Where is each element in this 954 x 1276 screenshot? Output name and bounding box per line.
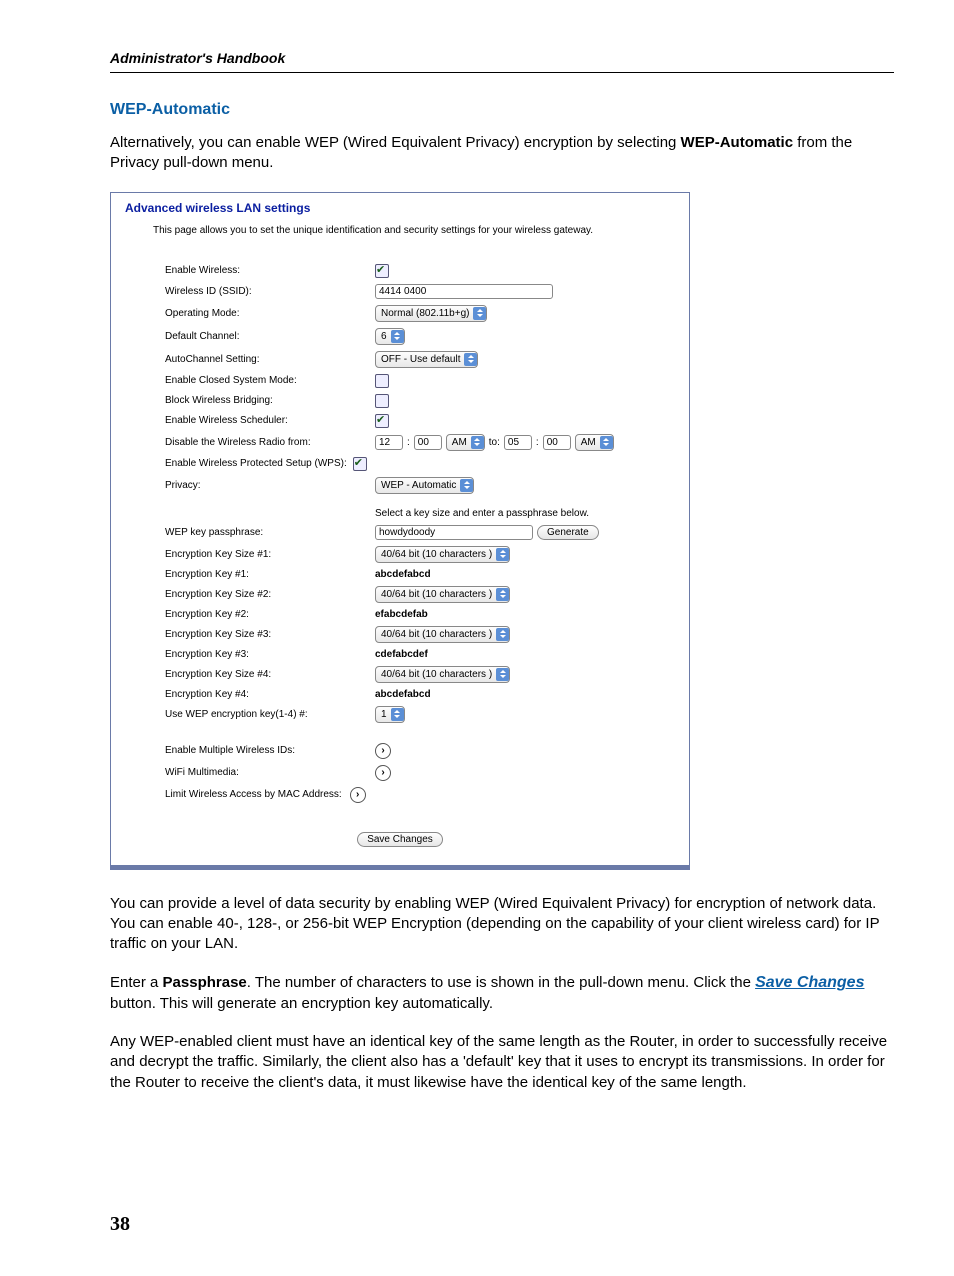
select-size3-value: 40/64 bit (10 characters ) xyxy=(381,629,492,640)
header-rule xyxy=(110,72,894,73)
label-op-mode: Operating Mode: xyxy=(165,308,375,319)
label-key2: Encryption Key #2: xyxy=(165,609,375,620)
generate-button[interactable]: Generate xyxy=(537,525,599,540)
select-autochan-value: OFF - Use default xyxy=(381,354,460,365)
expand-mac-button[interactable] xyxy=(350,787,366,803)
label-wmm: WiFi Multimedia: xyxy=(165,767,375,778)
label-key1: Encryption Key #1: xyxy=(165,569,375,580)
select-privacy-value: WEP - Automatic xyxy=(381,480,456,491)
select-def-channel[interactable]: 6 xyxy=(375,328,405,345)
label-mac: Limit Wireless Access by MAC Address: xyxy=(165,789,342,800)
chevron-updown-icon xyxy=(471,436,484,449)
label-ssid: Wireless ID (SSID): xyxy=(165,286,375,297)
input-to-min[interactable] xyxy=(543,435,571,450)
select-size2[interactable]: 40/64 bit (10 characters ) xyxy=(375,586,510,603)
panel-title: Advanced wireless LAN settings xyxy=(125,201,675,215)
para2-e: button. This will generate an encryption… xyxy=(110,995,493,1012)
select-to-ampm-value: AM xyxy=(581,437,596,448)
select-def-channel-value: 6 xyxy=(381,331,387,342)
chevron-updown-icon xyxy=(473,307,486,320)
para2-b: Passphrase xyxy=(163,974,247,991)
chevron-updown-icon xyxy=(496,548,509,561)
select-autochan[interactable]: OFF - Use default xyxy=(375,351,478,368)
expand-multi-button[interactable] xyxy=(375,743,391,759)
value-key1: abcdefabcd xyxy=(375,569,431,580)
input-passphrase[interactable] xyxy=(375,525,533,540)
intro-text-a: Alternatively, you can enable WEP (Wired… xyxy=(110,134,681,151)
select-size1-value: 40/64 bit (10 characters ) xyxy=(381,549,492,560)
save-changes-link[interactable]: Save Changes xyxy=(755,974,864,991)
label-def-channel: Default Channel: xyxy=(165,331,375,342)
label-multi: Enable Multiple Wireless IDs: xyxy=(165,745,375,756)
input-from-hour[interactable] xyxy=(375,435,403,450)
panel-desc: This page allows you to set the unique i… xyxy=(153,225,675,236)
select-usekey-value: 1 xyxy=(381,709,387,720)
label-size3: Encryption Key Size #3: xyxy=(165,629,375,640)
checkbox-closed[interactable] xyxy=(375,374,389,388)
label-wps: Enable Wireless Protected Setup (WPS): xyxy=(165,458,347,469)
select-op-mode[interactable]: Normal (802.11b+g) xyxy=(375,305,487,322)
note-keysize: Select a key size and enter a passphrase… xyxy=(375,508,589,519)
checkbox-wps[interactable] xyxy=(353,457,367,471)
label-size4: Encryption Key Size #4: xyxy=(165,669,375,680)
input-to-hour[interactable] xyxy=(504,435,532,450)
section-title: WEP-Automatic xyxy=(110,101,894,119)
checkbox-bridge[interactable] xyxy=(375,394,389,408)
save-changes-button[interactable]: Save Changes xyxy=(357,832,443,847)
chevron-updown-icon xyxy=(460,479,473,492)
label-disable-from: Disable the Wireless Radio from: xyxy=(165,437,375,448)
label-key4: Encryption Key #4: xyxy=(165,689,375,700)
intro-bold: WEP-Automatic xyxy=(681,134,794,151)
chevron-updown-icon xyxy=(600,436,613,449)
para2-a: Enter a xyxy=(110,974,163,991)
select-size2-value: 40/64 bit (10 characters ) xyxy=(381,589,492,600)
select-size1[interactable]: 40/64 bit (10 characters ) xyxy=(375,546,510,563)
label-autochan: AutoChannel Setting: xyxy=(165,354,375,365)
intro-paragraph: Alternatively, you can enable WEP (Wired… xyxy=(110,133,894,174)
select-from-ampm-value: AM xyxy=(452,437,467,448)
label-to: to: xyxy=(489,437,500,448)
label-passphrase: WEP key passphrase: xyxy=(165,527,375,538)
select-privacy[interactable]: WEP - Automatic xyxy=(375,477,474,494)
label-enable-wireless: Enable Wireless: xyxy=(165,265,375,276)
chevron-updown-icon xyxy=(496,628,509,641)
input-ssid[interactable] xyxy=(375,284,553,299)
para3: Any WEP-enabled client must have an iden… xyxy=(110,1032,894,1093)
chevron-updown-icon xyxy=(391,708,404,721)
expand-wmm-button[interactable] xyxy=(375,765,391,781)
label-size2: Encryption Key Size #2: xyxy=(165,589,375,600)
chevron-updown-icon xyxy=(464,353,477,366)
select-size4-value: 40/64 bit (10 characters ) xyxy=(381,669,492,680)
value-key3: cdefabcdef xyxy=(375,649,428,660)
select-op-mode-value: Normal (802.11b+g) xyxy=(381,308,469,319)
select-to-ampm[interactable]: AM xyxy=(575,434,614,451)
para2-c: . The number of characters to use is sho… xyxy=(247,974,755,991)
input-from-min[interactable] xyxy=(414,435,442,450)
select-size4[interactable]: 40/64 bit (10 characters ) xyxy=(375,666,510,683)
label-size1: Encryption Key Size #1: xyxy=(165,549,375,560)
chevron-updown-icon xyxy=(496,668,509,681)
value-key2: efabcdefab xyxy=(375,609,428,620)
running-head: Administrator's Handbook xyxy=(110,50,894,66)
value-key4: abcdefabcd xyxy=(375,689,431,700)
select-size3[interactable]: 40/64 bit (10 characters ) xyxy=(375,626,510,643)
label-closed: Enable Closed System Mode: xyxy=(165,375,375,386)
label-usekey: Use WEP encryption key(1-4) #: xyxy=(165,709,375,720)
page-number: 38 xyxy=(110,1213,894,1236)
select-usekey[interactable]: 1 xyxy=(375,706,405,723)
label-bridge: Block Wireless Bridging: xyxy=(165,395,375,406)
para2: Enter a Passphrase. The number of charac… xyxy=(110,972,894,1014)
select-from-ampm[interactable]: AM xyxy=(446,434,485,451)
checkbox-scheduler[interactable] xyxy=(375,414,389,428)
checkbox-enable-wireless[interactable] xyxy=(375,264,389,278)
save-row: Save Changes xyxy=(125,829,675,847)
para1: You can provide a level of data security… xyxy=(110,894,894,955)
label-key3: Encryption Key #3: xyxy=(165,649,375,660)
label-scheduler: Enable Wireless Scheduler: xyxy=(165,415,375,426)
form-area: Enable Wireless: Wireless ID (SSID): Ope… xyxy=(165,264,675,803)
chevron-updown-icon xyxy=(391,330,404,343)
settings-panel: Advanced wireless LAN settings This page… xyxy=(110,192,690,870)
chevron-updown-icon xyxy=(496,588,509,601)
label-privacy: Privacy: xyxy=(165,480,375,491)
